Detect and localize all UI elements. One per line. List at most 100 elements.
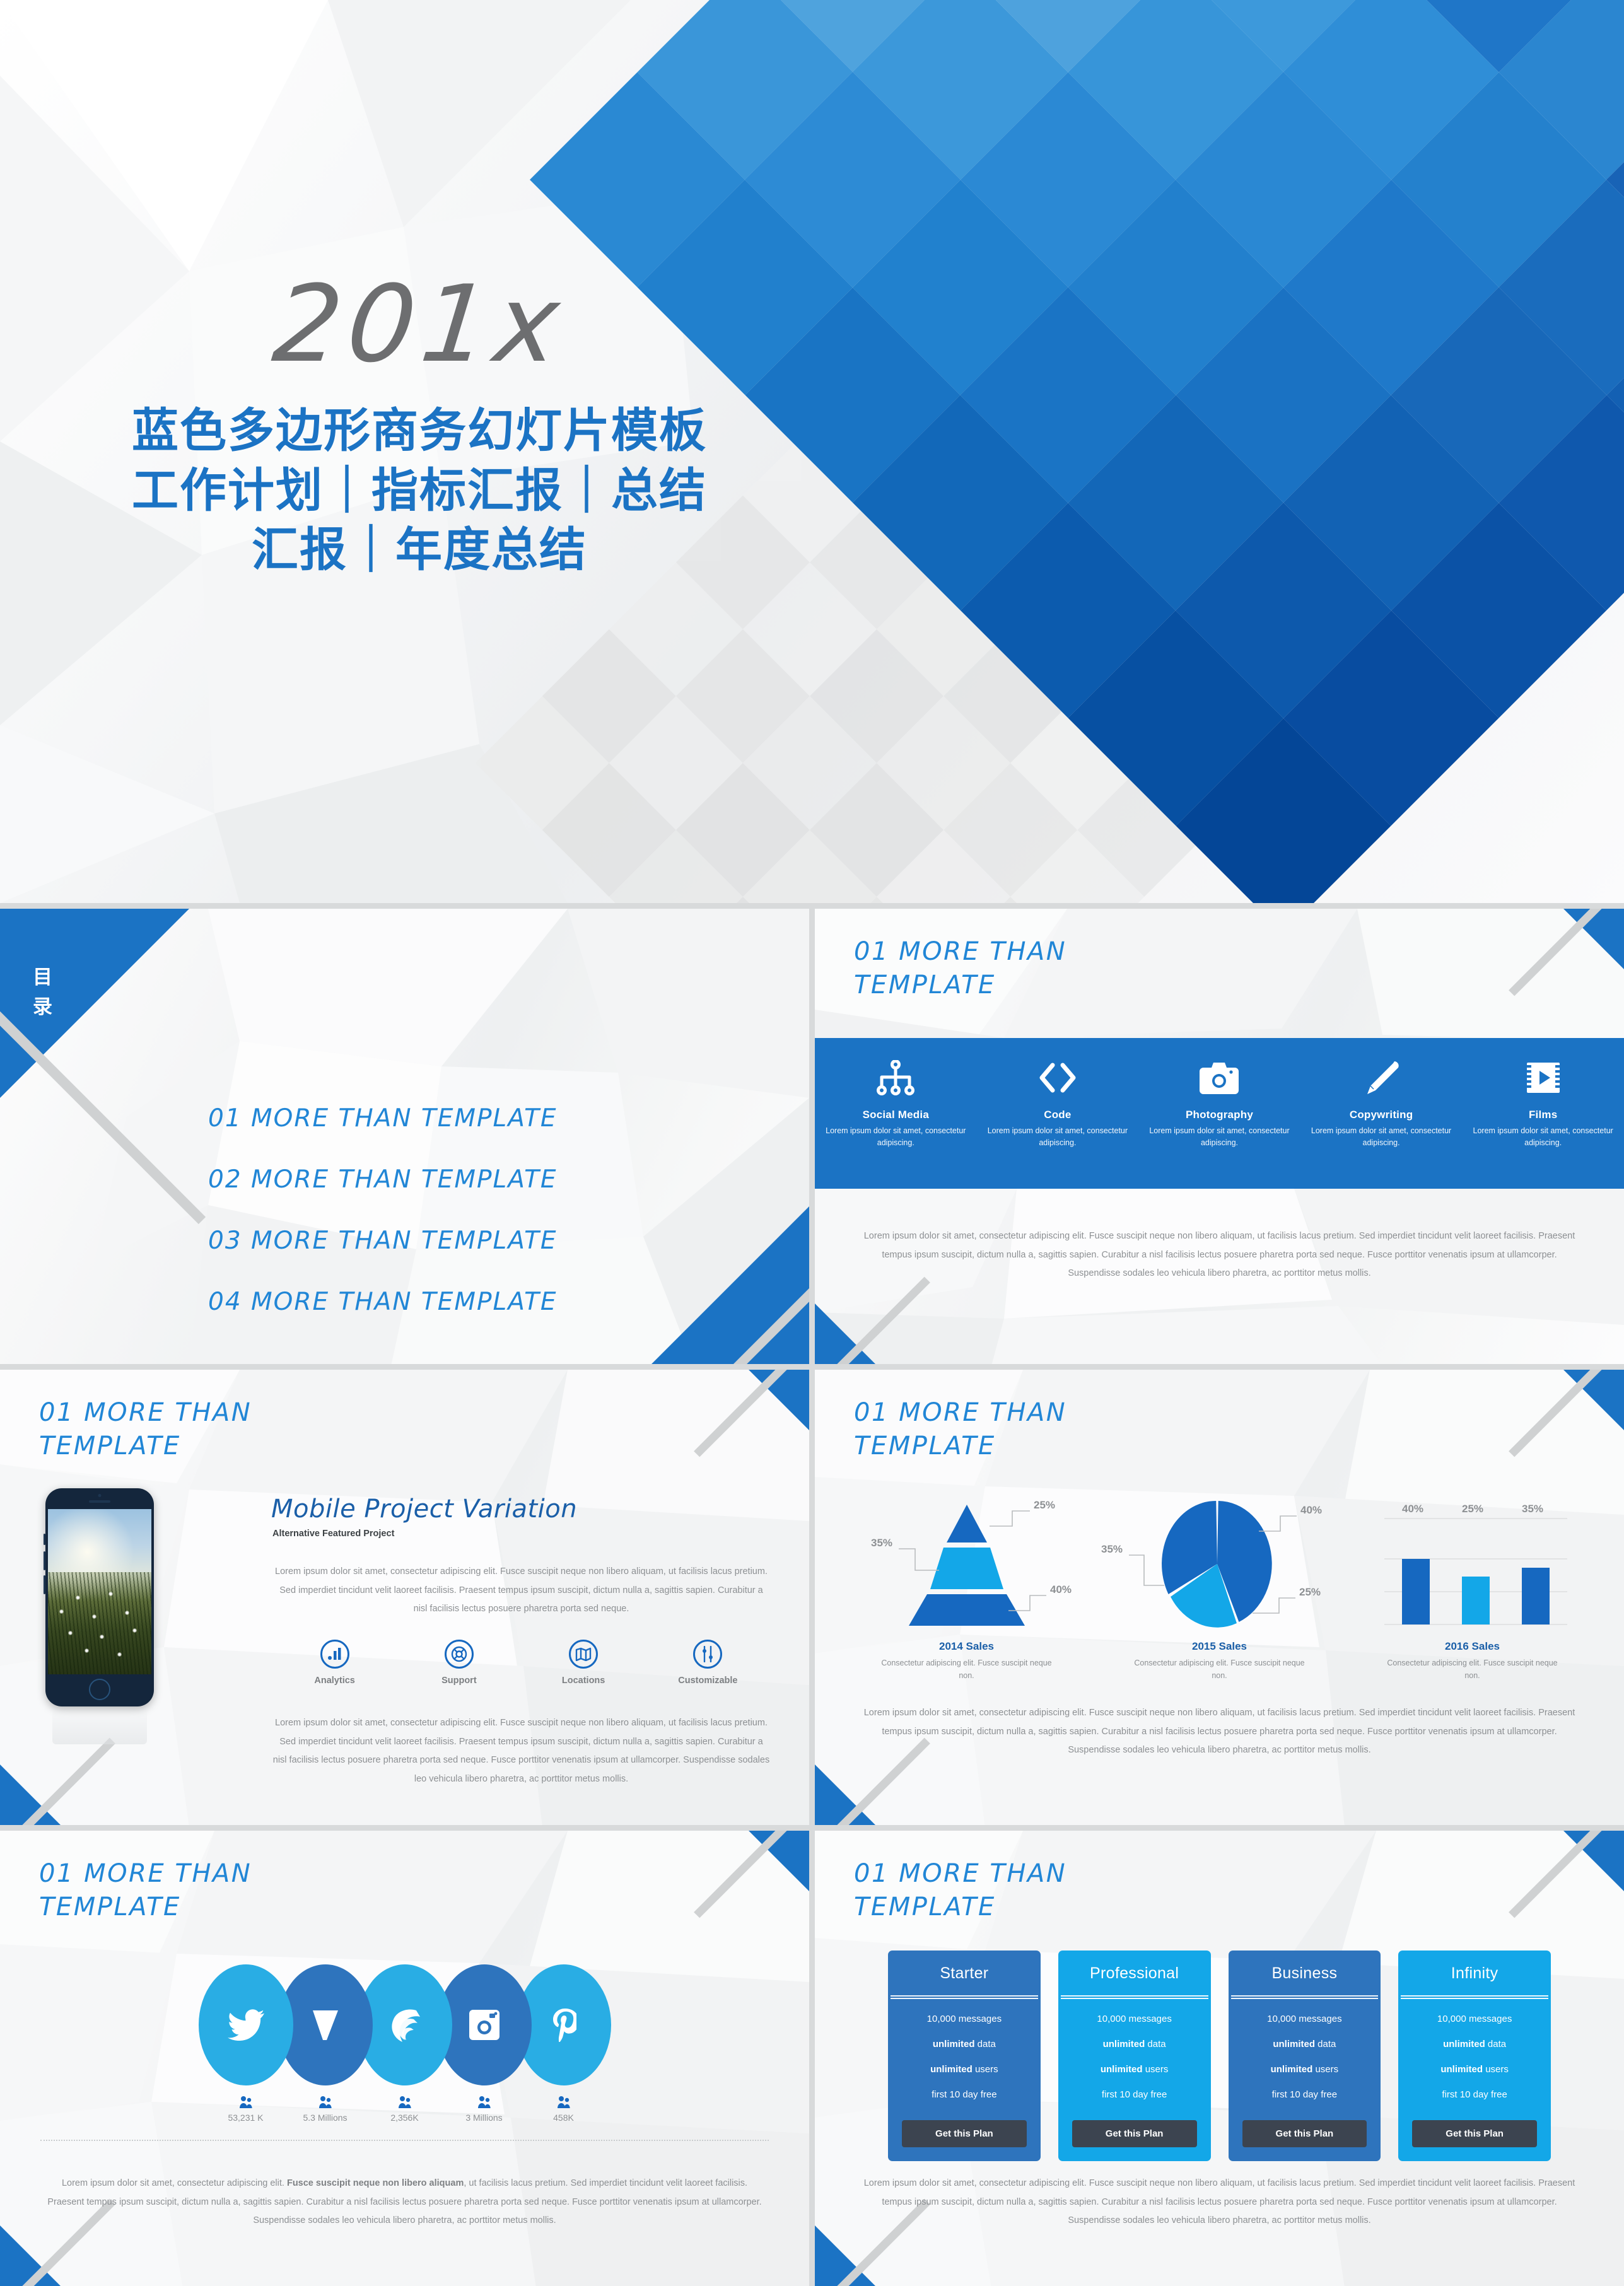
plan-divider	[1401, 1995, 1548, 1999]
slide-grid: 目录 01 MORE THAN TEMPLATE 02 MORE THAN TE…	[0, 903, 1624, 2286]
stat-count: 2,356K	[390, 2113, 419, 2123]
toc-list: 01 MORE THAN TEMPLATE 02 MORE THAN TEMPL…	[208, 1104, 558, 1349]
slide-title: 01 MORE THAN TEMPLATE	[854, 1859, 1067, 1922]
slide-footer-paragraph: Lorem ipsum dolor sit amet, consectetur …	[863, 1708, 1575, 1756]
plan-feature-3: unlimited users	[1100, 2064, 1169, 2075]
slide-footer-paragraph: Lorem ipsum dolor sit amet, consectetur …	[863, 1231, 1575, 1279]
toc-item-03[interactable]: 03 MORE THAN TEMPLATE	[208, 1227, 558, 1255]
plan-card-professional[interactable]: Professional 10,000 messages unlimited d…	[1058, 1951, 1211, 2161]
service-item-copywriting[interactable]: Copywriting Lorem ipsum dolor sit amet, …	[1300, 1038, 1463, 1150]
stat-count: 53,231 K	[228, 2113, 264, 2123]
toc-item-01[interactable]: 01 MORE THAN TEMPLATE	[208, 1104, 558, 1133]
corner-triangle-top-right	[1563, 1370, 1624, 1430]
phone-mockup	[44, 1488, 154, 1706]
slide-mobile-project[interactable]: 01 MORE THAN TEMPLATE Mobile Project Var…	[0, 1370, 809, 1825]
plan-name: Business	[1271, 1964, 1338, 1982]
feature-customizable[interactable]: Customizable	[646, 1640, 770, 1686]
feature-label: Customizable	[678, 1676, 738, 1686]
pie-chart: 40% 25% 35%	[1101, 1500, 1322, 1628]
service-item-code[interactable]: Code Lorem ipsum dolor sit amet, consect…	[977, 1038, 1139, 1150]
slide-pricing-plans[interactable]: 01 MORE THAN TEMPLATE Starter 10,000 mes…	[815, 1831, 1624, 2286]
hero-cn-line-2: 工作计划｜指标汇报｜总结	[132, 463, 707, 518]
toc-label: 目录	[33, 966, 52, 1019]
phone-camera	[98, 1494, 102, 1497]
plan-card-starter[interactable]: Starter 10,000 messages unlimited data u…	[888, 1951, 1041, 2161]
get-plan-button[interactable]: Get this Plan	[1242, 2120, 1367, 2147]
plan-feature-4: first 10 day free	[1101, 2089, 1167, 2100]
hero-cn-line-1: 蓝色多边形商务幻灯片模板	[132, 404, 707, 458]
pricing-plan-row: Starter 10,000 messages unlimited data u…	[888, 1951, 1551, 2161]
stat-vimeo: 5.3 Millions	[286, 2096, 365, 2123]
feature-locations[interactable]: Locations	[522, 1640, 646, 1686]
plan-feature-4: first 10 day free	[1271, 2089, 1338, 2100]
chart-title: 2015 Sales	[1192, 1640, 1247, 1652]
plan-name: Starter	[940, 1964, 989, 1982]
sitemap-icon	[815, 1054, 977, 1101]
plan-feature-1: 10,000 messages	[1097, 2014, 1172, 2024]
social-circle-twitter[interactable]	[198, 1964, 293, 2085]
service-item-photography[interactable]: Photography Lorem ipsum dolor sit amet, …	[1138, 1038, 1300, 1150]
corner-triangle-top-right	[749, 1831, 809, 1891]
plan-name: Professional	[1090, 1964, 1179, 1982]
plan-feature-1: 10,000 messages	[1437, 2014, 1512, 2024]
bar-chart-icon	[320, 1640, 349, 1669]
footer-bold: Fusce suscipit neque non libero aliquam	[286, 2178, 464, 2188]
service-desc: Lorem ipsum dolor sit amet, consectetur …	[1473, 1126, 1613, 1148]
pie-label-25: 25%	[1299, 1586, 1321, 1598]
grass-field	[48, 1572, 151, 1674]
pyramid-label-35: 35%	[871, 1537, 892, 1549]
charts-row: 25% 35% 40% 2014 Sales Consectetur adipi…	[840, 1496, 1599, 1682]
get-plan-button[interactable]: Get this Plan	[902, 2120, 1027, 2147]
pie-label-35: 35%	[1101, 1543, 1123, 1555]
service-item-social-media[interactable]: Social Media Lorem ipsum dolor sit amet,…	[815, 1038, 977, 1150]
hero-year: 201x	[267, 262, 571, 386]
phone-speaker	[89, 1500, 110, 1503]
service-desc: Lorem ipsum dolor sit amet, consectetur …	[1311, 1126, 1452, 1148]
slide-social-stats[interactable]: 01 MORE THAN TEMPLATE 53,231 K 5.3 Milli…	[0, 1831, 809, 2286]
hero-title-block: 201x 蓝色多边形商务幻灯片模板 工作计划｜指标汇报｜总结 汇报｜年度总结	[0, 262, 839, 580]
service-item-films[interactable]: Films Lorem ipsum dolor sit amet, consec…	[1462, 1038, 1624, 1150]
stat-count: 3 Millions	[465, 2113, 503, 2123]
slide-title: 01 MORE THAN TEMPLATE	[854, 1398, 1067, 1461]
plan-feature-1: 10,000 messages	[1267, 2014, 1342, 2024]
pencil-icon	[1300, 1054, 1463, 1101]
phone-volume-down-button	[44, 1575, 45, 1594]
slide-table-of-contents[interactable]: 目录 01 MORE THAN TEMPLATE 02 MORE THAN TE…	[0, 909, 809, 1364]
feature-analytics[interactable]: Analytics	[272, 1640, 397, 1686]
pie-label-40: 40%	[1300, 1504, 1322, 1516]
slide-footer-paragraph: Lorem ipsum dolor sit amet, consectetur …	[45, 2174, 764, 2231]
chart-2016-bars: 40% 25% 35% 2016 Sales Consectetur adipi…	[1346, 1496, 1599, 1682]
stat-instagram: 3 Millions	[445, 2096, 524, 2123]
slide-footer-paragraph: Lorem ipsum dolor sit amet, consectetur …	[863, 2178, 1575, 2226]
chart-2014-pyramid: 25% 35% 40% 2014 Sales Consectetur adipi…	[840, 1496, 1093, 1682]
feature-support[interactable]: Support	[397, 1640, 521, 1686]
plan-divider	[1230, 1995, 1379, 1999]
toc-item-02[interactable]: 02 MORE THAN TEMPLATE	[208, 1165, 558, 1194]
instagram-icon	[469, 2010, 499, 2040]
pyramid-label-25: 25%	[1034, 1499, 1055, 1511]
social-circles-row	[0, 1964, 809, 2085]
services-icon-band: Social Media Lorem ipsum dolor sit amet,…	[815, 1038, 1624, 1189]
slide-services-icons[interactable]: 01 MORE THAN TEMPLATE Social Media Lorem…	[815, 909, 1624, 1364]
people-icon	[206, 2096, 286, 2109]
get-plan-button[interactable]: Get this Plan	[1072, 2120, 1197, 2147]
phone-home-button	[89, 1679, 110, 1700]
hero-cn-line-3: 汇报｜年度总结	[252, 523, 587, 578]
mobile-subheading: Alternative Featured Project	[272, 1529, 395, 1539]
plan-card-business[interactable]: Business 10,000 messages unlimited data …	[1228, 1951, 1381, 2161]
phone-volume-up-button	[44, 1551, 45, 1570]
bar-label-35: 35%	[1522, 1503, 1543, 1515]
bar-label-25: 25%	[1462, 1503, 1483, 1515]
get-plan-button[interactable]: Get this Plan	[1412, 2120, 1537, 2147]
code-icon	[977, 1054, 1139, 1101]
social-stats-row: 53,231 K 5.3 Millions 2,356K 3 Millions …	[0, 2096, 809, 2123]
pyramid-chart: 25% 35% 40%	[871, 1499, 1072, 1626]
stat-twitter: 53,231 K	[206, 2096, 286, 2123]
pinterest-icon	[552, 2009, 576, 2042]
people-icon	[286, 2096, 365, 2109]
slide-sales-charts[interactable]: 01 MORE THAN TEMPLATE 25% 35% 40% 2014 S…	[815, 1370, 1624, 1825]
people-icon	[445, 2096, 524, 2109]
toc-corner-bottom-right	[651, 1206, 809, 1364]
plan-card-infinity[interactable]: Infinity 10,000 messages unlimited data …	[1398, 1951, 1551, 2161]
toc-item-04[interactable]: 04 MORE THAN TEMPLATE	[208, 1288, 558, 1316]
